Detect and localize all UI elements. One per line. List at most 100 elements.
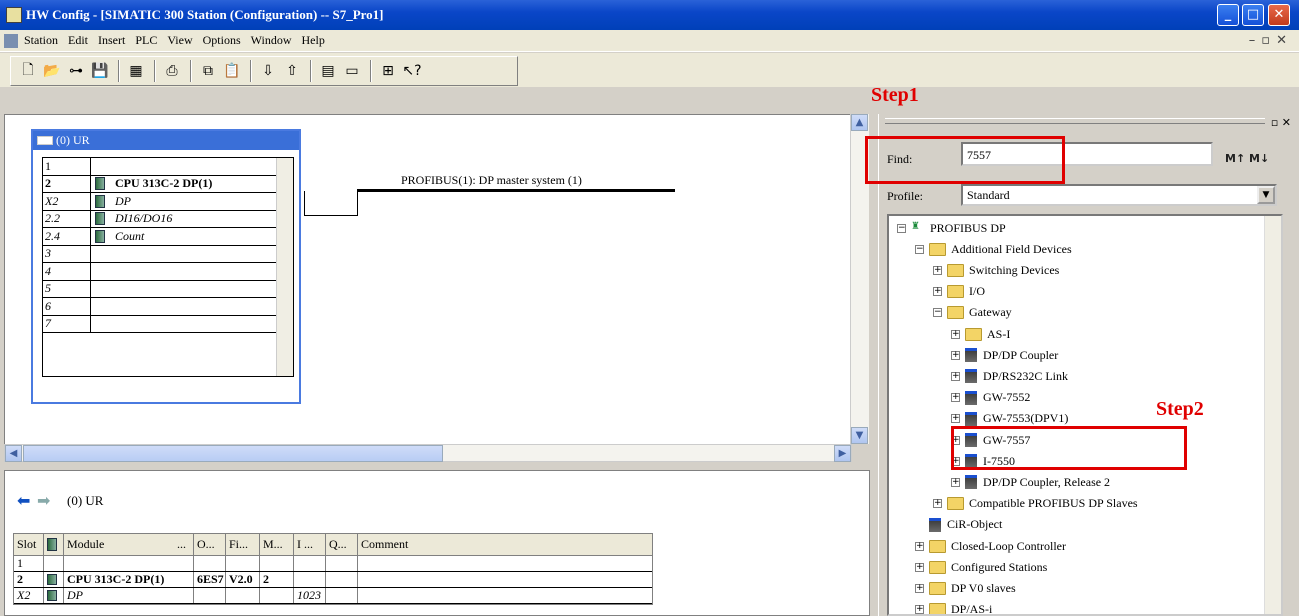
col-module[interactable]: Module bbox=[64, 534, 174, 555]
upload-icon[interactable]: ⇧ bbox=[281, 60, 303, 82]
tree-item[interactable]: − ♜ PROFIBUS DP bbox=[897, 218, 1006, 238]
tree-item[interactable]: − Gateway bbox=[933, 303, 1012, 323]
chevron-down-icon[interactable]: ▼ bbox=[1257, 186, 1275, 204]
tree-item[interactable]: + Closed-Loop Controller bbox=[915, 536, 1066, 556]
menu-plc[interactable]: PLC bbox=[135, 33, 157, 48]
tree-item[interactable]: + GW-7552 bbox=[951, 388, 1030, 408]
find-up-icon[interactable]: M↑ bbox=[1225, 152, 1245, 165]
profile-select[interactable]: Standard ▼ bbox=[961, 184, 1277, 206]
rack-row[interactable]: 7 bbox=[43, 315, 293, 333]
expand-icon[interactable]: + bbox=[915, 583, 924, 593]
canvas-horizontal-scrollbar[interactable]: ◀ ▶ bbox=[4, 444, 852, 462]
menu-window[interactable]: Window bbox=[251, 33, 292, 48]
col-slot[interactable]: Slot bbox=[14, 534, 44, 555]
rack-row[interactable]: 5 bbox=[43, 280, 293, 298]
expand-icon[interactable]: + bbox=[933, 499, 942, 509]
rack-window[interactable]: (0) UR 1 2 CPU 313C-2 DP(1) X2 DP 2.2 DI16/… bbox=[31, 129, 301, 404]
tree-item[interactable]: + Switching Devices bbox=[933, 260, 1059, 280]
copy-icon[interactable]: ⧉ bbox=[197, 60, 219, 82]
save-icon[interactable]: 💾 bbox=[89, 60, 111, 82]
help-icon[interactable]: ↖? bbox=[401, 60, 423, 82]
catalog-tree[interactable]: − ♜ PROFIBUS DP − Additional Field Devices + S… bbox=[887, 214, 1283, 616]
tree-item[interactable]: − Additional Field Devices bbox=[915, 239, 1072, 259]
pane-grip[interactable] bbox=[885, 118, 1265, 124]
rack-row[interactable]: 4 bbox=[43, 263, 293, 281]
open-icon[interactable]: 📂 bbox=[41, 60, 63, 82]
catalog-icon[interactable]: ▤ bbox=[317, 60, 339, 82]
find-buttons[interactable]: M↑ M↓ bbox=[1225, 152, 1269, 165]
table-row[interactable]: 2 CPU 313C-2 DP(1) 6ES7 V2.0 2 bbox=[14, 572, 652, 588]
col-qaddr[interactable]: Q... bbox=[326, 534, 358, 555]
menu-insert[interactable]: Insert bbox=[98, 33, 125, 48]
menu-station[interactable]: Station bbox=[24, 33, 58, 48]
find-down-icon[interactable]: M↓ bbox=[1249, 152, 1269, 165]
col-icon[interactable] bbox=[44, 534, 64, 555]
table-row[interactable]: 1 bbox=[14, 556, 652, 572]
col-firmware[interactable]: Fi... bbox=[226, 534, 260, 555]
rack-row[interactable]: 1 bbox=[43, 158, 293, 176]
rack-row[interactable]: 2.2 DI16/DO16 bbox=[43, 210, 293, 228]
menu-view[interactable]: View bbox=[167, 33, 192, 48]
tree-item[interactable]: + DP/DP Coupler, Release 2 bbox=[951, 472, 1110, 492]
rack-row[interactable]: X2 DP bbox=[43, 193, 293, 211]
tree-item[interactable]: + DP/RS232C Link bbox=[951, 366, 1068, 386]
expand-icon[interactable]: + bbox=[951, 329, 960, 339]
close-button[interactable]: ✕ bbox=[1268, 4, 1290, 26]
col-mpi[interactable]: M... bbox=[260, 534, 294, 555]
print-icon[interactable]: ⎙ bbox=[161, 60, 183, 82]
rack-row[interactable]: 6 bbox=[43, 298, 293, 316]
paste-icon[interactable]: 📋 bbox=[221, 60, 243, 82]
scroll-right-icon[interactable]: ▶ bbox=[834, 445, 851, 462]
collapse-icon[interactable]: − bbox=[915, 244, 924, 254]
download-icon[interactable]: ⇩ bbox=[257, 60, 279, 82]
forward-arrow-icon[interactable]: ➡ bbox=[37, 493, 57, 509]
scroll-down-icon[interactable]: ▼ bbox=[851, 427, 868, 444]
col-iaddr[interactable]: I ... bbox=[294, 534, 326, 555]
tree-scrollbar[interactable] bbox=[1264, 216, 1281, 614]
rack-row[interactable]: 2 CPU 313C-2 DP(1) bbox=[43, 175, 293, 193]
expand-icon[interactable]: + bbox=[933, 287, 942, 297]
tree-item[interactable]: + DP/AS-i bbox=[915, 600, 992, 614]
pane-controls[interactable]: ▫ ✕ bbox=[1271, 116, 1291, 129]
scroll-left-icon[interactable]: ◀ bbox=[5, 445, 22, 462]
scroll-up-icon[interactable]: ▲ bbox=[851, 114, 868, 131]
rack-row[interactable]: 3 bbox=[43, 245, 293, 263]
profibus-line[interactable] bbox=[357, 189, 675, 192]
menu-edit[interactable]: Edit bbox=[68, 33, 88, 48]
expand-icon[interactable]: + bbox=[951, 414, 960, 424]
rack-scrollbar[interactable] bbox=[276, 158, 293, 376]
network-icon[interactable]: ⊶ bbox=[65, 60, 87, 82]
new-icon[interactable]: 🗋 bbox=[17, 60, 39, 82]
netpro-icon[interactable]: ⊞ bbox=[377, 60, 399, 82]
tree-item[interactable]: + Compatible PROFIBUS DP Slaves bbox=[933, 494, 1138, 514]
expand-icon[interactable]: + bbox=[951, 350, 960, 360]
menu-help[interactable]: Help bbox=[302, 33, 325, 48]
expand-icon[interactable]: + bbox=[951, 477, 960, 487]
maximize-button[interactable]: □ bbox=[1242, 4, 1264, 26]
table-row[interactable]: X2 DP 1023 bbox=[14, 588, 652, 604]
tree-item[interactable]: + DP/DP Coupler bbox=[951, 345, 1058, 365]
collapse-icon[interactable]: − bbox=[933, 308, 942, 318]
expand-icon[interactable]: + bbox=[933, 265, 942, 275]
col-more[interactable]: ... bbox=[174, 534, 194, 555]
scroll-thumb[interactable] bbox=[23, 445, 443, 462]
back-arrow-icon[interactable]: ⬅ bbox=[17, 493, 37, 509]
compile-icon[interactable]: ▦ bbox=[125, 60, 147, 82]
document-icon[interactable] bbox=[4, 33, 18, 48]
expand-icon[interactable]: + bbox=[915, 605, 924, 614]
rack-table[interactable]: 1 2 CPU 313C-2 DP(1) X2 DP 2.2 DI16/DO16 2.… bbox=[42, 157, 294, 377]
tree-item[interactable]: CiR-Object bbox=[915, 515, 1002, 535]
col-order[interactable]: O... bbox=[194, 534, 226, 555]
tree-item[interactable]: + DP V0 slaves bbox=[915, 578, 1016, 598]
minimize-button[interactable]: _ bbox=[1217, 4, 1239, 26]
rack-row[interactable]: 2.4 Count bbox=[43, 228, 293, 246]
tree-item[interactable]: + AS-I bbox=[951, 324, 1010, 344]
menu-options[interactable]: Options bbox=[203, 33, 241, 48]
collapse-icon[interactable]: − bbox=[897, 223, 906, 233]
tree-item[interactable]: + I/O bbox=[933, 282, 985, 302]
expand-icon[interactable]: + bbox=[915, 562, 924, 572]
tree-item[interactable]: + Configured Stations bbox=[915, 557, 1047, 577]
window-icon[interactable]: ▭ bbox=[341, 60, 363, 82]
expand-icon[interactable]: + bbox=[951, 393, 960, 403]
module-table[interactable]: Slot Module ... O... Fi... M... I ... Q.… bbox=[13, 533, 653, 605]
